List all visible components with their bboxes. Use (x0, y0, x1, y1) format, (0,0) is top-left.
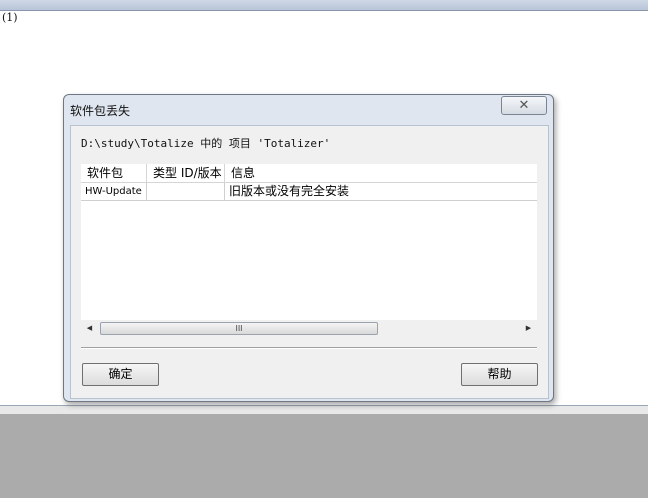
divider (81, 347, 537, 349)
help-button[interactable]: 帮助 (461, 363, 538, 386)
close-button[interactable]: ✕ (501, 96, 547, 115)
background-panel (0, 414, 648, 498)
scroll-left-icon[interactable]: ◀ (81, 320, 98, 337)
cell-info: 旧版本或没有完全安装 (229, 184, 350, 198)
table-row[interactable]: HW-Update 旧版本或没有完全安装 (81, 183, 537, 201)
dialog-body: D:\study\Totalize 中的 项目 'Totalizer' 软件包 … (70, 125, 549, 399)
column-header-package[interactable]: 软件包 (81, 164, 147, 182)
column-header-type-version[interactable]: 类型 ID/版本 (147, 164, 225, 182)
scrollbar-thumb[interactable]: III (100, 322, 378, 335)
project-path-label: D:\study\Totalize 中的 项目 'Totalizer' (81, 137, 331, 150)
list-header: 软件包 类型 ID/版本 信息 (81, 164, 537, 183)
cell-package: HW-Update (81, 183, 147, 200)
dialog-title: 软件包丢失 (70, 104, 131, 118)
package-list[interactable]: 软件包 类型 ID/版本 信息 HW-Update 旧版本或没有完全安装 (81, 164, 537, 337)
horizontal-scrollbar[interactable]: ◀ III ▶ (81, 320, 537, 337)
ok-button[interactable]: 确定 (82, 363, 159, 386)
title-bar-strip (0, 0, 648, 11)
grip-icon: III (235, 324, 243, 333)
cell-type-version (147, 183, 225, 200)
close-icon: ✕ (518, 98, 530, 113)
scroll-right-icon[interactable]: ▶ (520, 320, 537, 337)
column-header-info[interactable]: 信息 (225, 164, 537, 182)
document-marker: (1) (2, 11, 18, 24)
missing-packages-dialog: 软件包丢失 ✕ D:\study\Totalize 中的 项目 'Totaliz… (63, 94, 554, 402)
